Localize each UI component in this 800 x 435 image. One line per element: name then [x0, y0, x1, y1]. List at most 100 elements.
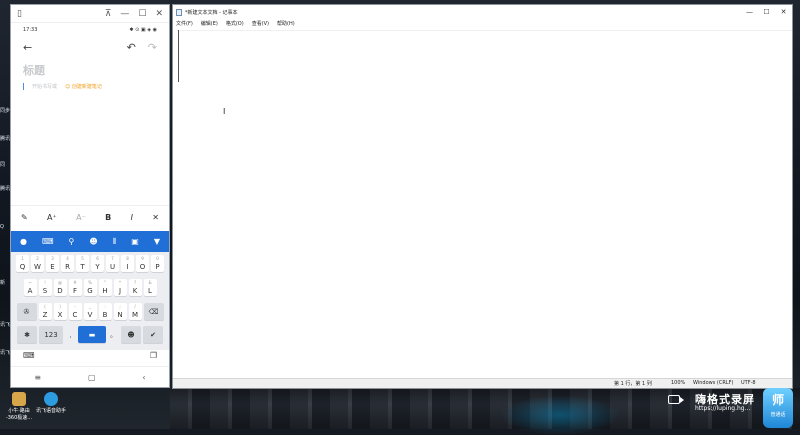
- letter-key[interactable]: 9O: [136, 255, 149, 272]
- key-secondary-symbol: 4: [66, 256, 69, 261]
- desktop-side-label[interactable]: Q: [0, 224, 10, 230]
- desktop-side-label[interactable]: 讯飞: [0, 322, 10, 328]
- desktop-icon-router[interactable]: 小牛·路由 -360极速...: [2, 392, 36, 422]
- italic-button[interactable]: I: [131, 213, 133, 222]
- letter-key[interactable]: 4R: [61, 255, 74, 272]
- close-icon[interactable]: ✕: [155, 9, 163, 19]
- new-note-tip[interactable]: ☺ 创建新建笔记: [65, 83, 102, 90]
- ime-logo-icon[interactable]: ●: [20, 237, 27, 246]
- maximize-icon[interactable]: ☐: [138, 9, 146, 19]
- clipboard-icon[interactable]: ▣: [131, 237, 139, 246]
- phone-window-icon[interactable]: ▯: [17, 9, 22, 19]
- space-key[interactable]: ▬: [78, 326, 106, 343]
- font-smaller-button[interactable]: A⁻: [76, 213, 86, 222]
- bold-button[interactable]: B: [105, 213, 111, 222]
- notepad-text-area[interactable]: [177, 30, 792, 378]
- letter-key[interactable]: ; N: [113, 303, 127, 320]
- maximize-icon[interactable]: ☐: [758, 5, 775, 19]
- key-letter: W: [34, 263, 41, 271]
- minimize-icon[interactable]: —: [120, 9, 129, 19]
- wallpaper-glow: [500, 395, 620, 435]
- desktop-side-label[interactable]: 腾讯: [0, 186, 10, 192]
- letter-key[interactable]: @ D: [53, 279, 67, 296]
- desktop-side-label[interactable]: 新: [0, 280, 10, 286]
- menu-view[interactable]: 查看(V): [252, 20, 269, 27]
- letter-key[interactable]: " H: [98, 279, 112, 296]
- symbol-key[interactable]: ✱: [17, 326, 37, 343]
- letter-key[interactable]: ) X: [53, 303, 67, 320]
- period-key[interactable]: 。: [108, 326, 119, 343]
- desktop-icon-voice-assistant[interactable]: 讯飞语音助手: [34, 392, 68, 415]
- copy-icon[interactable]: ❐: [150, 351, 157, 363]
- mic-key[interactable]: ✇: [16, 303, 37, 320]
- home-icon[interactable]: ▢: [88, 373, 96, 382]
- letter-key[interactable]: (Z: [38, 303, 52, 320]
- note-title-input[interactable]: 标题: [11, 58, 169, 78]
- letter-key[interactable]: 5T: [76, 255, 89, 272]
- letter-key[interactable]: & L: [143, 279, 157, 296]
- letter-key[interactable]: % G: [83, 279, 97, 296]
- recent-apps-icon[interactable]: ≡: [34, 373, 41, 382]
- key-letter: Y: [95, 263, 100, 271]
- letter-key[interactable]: _ V: [83, 303, 97, 320]
- letter-key[interactable]: -C: [68, 303, 82, 320]
- menu-file[interactable]: 文件(F): [176, 20, 193, 27]
- key-letter: X: [57, 311, 63, 319]
- letter-key[interactable]: ? K: [128, 279, 142, 296]
- letter-key[interactable]: * J: [113, 279, 127, 296]
- note-body[interactable]: 开始书写或 ☺ 创建新建笔记: [11, 78, 169, 90]
- letter-key[interactable]: :B: [98, 303, 112, 320]
- letter-key[interactable]: 2W: [31, 255, 44, 272]
- pen-icon[interactable]: ✎: [21, 213, 28, 222]
- font-larger-button[interactable]: A⁺: [47, 213, 57, 222]
- menu-help[interactable]: 帮助(H): [277, 20, 295, 27]
- letter-key[interactable]: 3E: [46, 255, 59, 272]
- letter-key[interactable]: 7U: [106, 255, 119, 272]
- keyboard-bottom-row: ✱ 123 , ▬ 。 ☻ ✔: [11, 326, 169, 343]
- menu-format[interactable]: 格式(O): [226, 20, 244, 27]
- desktop-side-label[interactable]: 腾讯: [0, 136, 10, 142]
- close-format-button[interactable]: ✕: [152, 213, 159, 222]
- desktop-side-label[interactable]: 同: [0, 162, 10, 168]
- format-toolbar: ✎ A⁺ A⁻ B I ✕: [11, 205, 169, 228]
- back-arrow-icon[interactable]: ←: [23, 41, 32, 54]
- backspace-key[interactable]: ⌫: [143, 303, 164, 320]
- desktop-side-label[interactable]: 同步: [0, 108, 10, 114]
- keyboard-switch-icon[interactable]: ⌨: [23, 351, 35, 363]
- voice-icon[interactable]: ⦀: [113, 237, 117, 247]
- letter-key[interactable]: / M: [128, 303, 142, 320]
- letter-key[interactable]: 6Y: [91, 255, 104, 272]
- keyboard-row: 1Q2W3E4R5T6Y7U8I9O0P: [11, 255, 169, 272]
- key-secondary-symbol: 9: [141, 256, 144, 261]
- enter-key[interactable]: ✔: [143, 326, 163, 343]
- letter-key[interactable]: # F: [68, 279, 82, 296]
- minimize-icon[interactable]: —: [741, 5, 758, 19]
- close-icon[interactable]: ✕: [775, 5, 792, 19]
- text-cursor: [23, 83, 24, 90]
- pin-icon[interactable]: ⊼: [105, 9, 112, 19]
- search-icon[interactable]: ⚲: [69, 237, 75, 246]
- key-secondary-symbol: 3: [51, 256, 54, 261]
- redo-icon[interactable]: ↷: [148, 41, 157, 54]
- letter-key[interactable]: ~ A: [23, 279, 37, 296]
- letter-key[interactable]: 1Q: [16, 255, 29, 272]
- ime-toolbar: ● ⌨ ⚲ ☻ ⦀ ▣ ▼: [11, 231, 169, 252]
- key-letter: H: [102, 287, 108, 295]
- comma-key[interactable]: ,: [65, 326, 76, 343]
- nav-back-icon[interactable]: ‹: [142, 373, 145, 382]
- key-letter: N: [117, 311, 123, 319]
- letter-key[interactable]: 0P: [151, 255, 164, 272]
- menu-edit[interactable]: 编辑(E): [201, 20, 218, 27]
- numbers-key[interactable]: 123: [39, 326, 63, 343]
- keyboard-icon[interactable]: ⌨: [42, 237, 54, 246]
- key-letter: J: [118, 287, 122, 295]
- letter-key[interactable]: 8I: [121, 255, 134, 272]
- emoji-key[interactable]: ☻: [121, 326, 141, 343]
- key-letter: Q: [19, 263, 26, 271]
- letter-key[interactable]: ! S: [38, 279, 52, 296]
- undo-icon[interactable]: ↶: [127, 41, 136, 54]
- key-secondary-symbol: ;: [119, 304, 121, 309]
- emoji-icon[interactable]: ☻: [89, 237, 97, 246]
- desktop-side-label[interactable]: 讯飞: [0, 350, 10, 356]
- collapse-keyboard-icon[interactable]: ▼: [154, 237, 160, 246]
